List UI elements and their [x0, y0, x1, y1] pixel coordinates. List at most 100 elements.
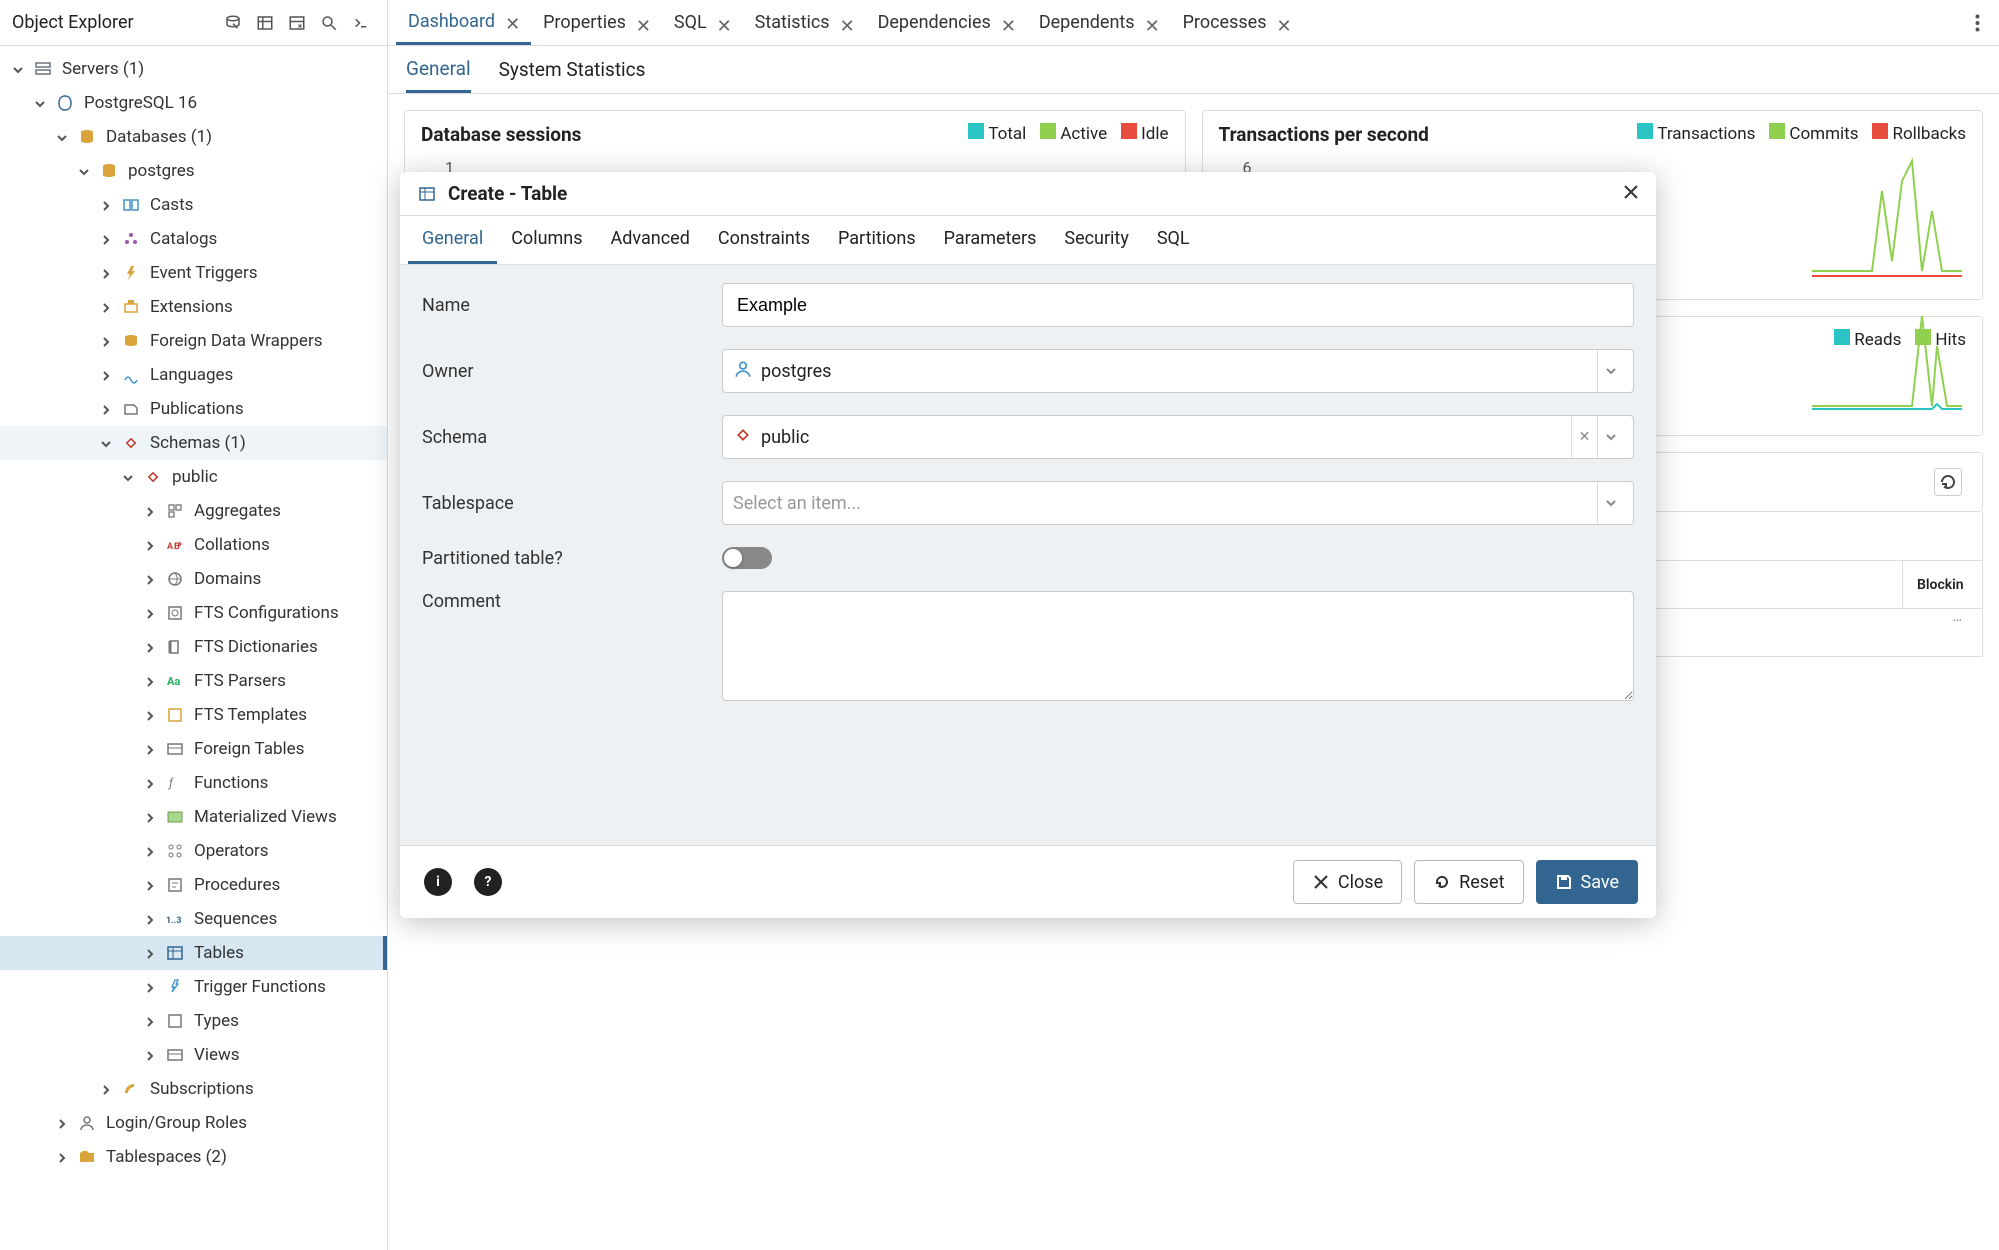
tree-item-domains[interactable]: Domains: [0, 562, 387, 596]
tree-item-procedures[interactable]: Procedures: [0, 868, 387, 902]
refresh-button[interactable]: [1934, 468, 1962, 496]
chevron-right-icon[interactable]: [144, 571, 160, 587]
dialog-tab-security[interactable]: Security: [1050, 216, 1142, 264]
tree-item-views[interactable]: Views: [0, 1038, 387, 1072]
tree-item-fts-configurations[interactable]: FTS Configurations: [0, 596, 387, 630]
subtab-general[interactable]: General: [406, 47, 471, 93]
chevron-right-icon[interactable]: [144, 809, 160, 825]
tree-item-aggregates[interactable]: Aggregates: [0, 494, 387, 528]
tree-item-tables[interactable]: Tables: [0, 936, 387, 970]
tree-item-casts[interactable]: Casts: [0, 188, 387, 222]
tab-dependents[interactable]: Dependents ✕: [1027, 0, 1171, 45]
tab-statistics[interactable]: Statistics ✕: [743, 0, 866, 45]
tab-dashboard[interactable]: Dashboard ✕: [396, 0, 531, 45]
chevron-right-icon[interactable]: [100, 401, 116, 417]
close-icon[interactable]: ✕: [840, 16, 854, 30]
save-button[interactable]: Save: [1536, 860, 1639, 904]
tree-item-types[interactable]: Types: [0, 1004, 387, 1038]
chevron-right-icon[interactable]: [144, 639, 160, 655]
tree-item-postgres-db[interactable]: postgres: [0, 154, 387, 188]
chevron-down-icon[interactable]: [34, 95, 50, 111]
chevron-right-icon[interactable]: [100, 367, 116, 383]
chevron-right-icon[interactable]: [144, 911, 160, 927]
chevron-right-icon[interactable]: [144, 503, 160, 519]
close-button[interactable]: Close: [1293, 860, 1402, 904]
tree-item-login-roles[interactable]: Login/Group Roles: [0, 1106, 387, 1140]
chevron-right-icon[interactable]: [144, 605, 160, 621]
tree-item-materialized-views[interactable]: Materialized Views: [0, 800, 387, 834]
close-icon[interactable]: ✕: [636, 16, 650, 30]
tree-item-sequences[interactable]: 1..3 Sequences: [0, 902, 387, 936]
comment-textarea[interactable]: [722, 591, 1634, 701]
chevron-down-icon[interactable]: [100, 435, 116, 451]
dialog-tab-partitions[interactable]: Partitions: [824, 216, 930, 264]
reset-button[interactable]: Reset: [1414, 860, 1523, 904]
chevron-down-icon[interactable]: [1597, 416, 1623, 458]
tree-item-schemas[interactable]: Schemas (1): [0, 426, 387, 460]
chevron-right-icon[interactable]: [144, 673, 160, 689]
tree-item-servers[interactable]: Servers (1): [0, 52, 387, 86]
tab-menu-icon[interactable]: [1963, 9, 1991, 37]
dialog-tab-constraints[interactable]: Constraints: [704, 216, 824, 264]
tab-processes[interactable]: Processes ✕: [1171, 0, 1303, 45]
tree-item-foreign-tables[interactable]: Foreign Tables: [0, 732, 387, 766]
tree-item-public[interactable]: public: [0, 460, 387, 494]
chevron-right-icon[interactable]: [144, 945, 160, 961]
chevron-right-icon[interactable]: [144, 741, 160, 757]
dialog-tab-general[interactable]: General: [408, 216, 497, 264]
dialog-tab-sql[interactable]: SQL: [1143, 216, 1204, 264]
owner-select[interactable]: postgres: [722, 349, 1634, 393]
chevron-right-icon[interactable]: [144, 877, 160, 893]
filter-rows-icon[interactable]: [283, 9, 311, 37]
close-icon[interactable]: ✕: [1145, 16, 1159, 30]
chevron-right-icon[interactable]: [144, 707, 160, 723]
chevron-right-icon[interactable]: [100, 333, 116, 349]
chevron-right-icon[interactable]: [56, 1149, 72, 1165]
close-icon[interactable]: ✕: [1001, 16, 1015, 30]
search-icon[interactable]: [315, 9, 343, 37]
tab-sql[interactable]: SQL ✕: [662, 0, 743, 45]
tree-item-operators[interactable]: Operators: [0, 834, 387, 868]
name-input[interactable]: [722, 283, 1634, 327]
tree-item-event-triggers[interactable]: Event Triggers: [0, 256, 387, 290]
dialog-tab-advanced[interactable]: Advanced: [597, 216, 704, 264]
tree-item-trigger-functions[interactable]: Trigger Functions: [0, 970, 387, 1004]
tree-item-fdw[interactable]: Foreign Data Wrappers: [0, 324, 387, 358]
tree-item-fts-dictionaries[interactable]: FTS Dictionaries: [0, 630, 387, 664]
chevron-right-icon[interactable]: [56, 1115, 72, 1131]
tree-item-extensions[interactable]: Extensions: [0, 290, 387, 324]
chevron-right-icon[interactable]: [144, 1047, 160, 1063]
help-button[interactable]: ?: [468, 862, 508, 902]
tree-item-postgresql[interactable]: PostgreSQL 16: [0, 86, 387, 120]
chevron-right-icon[interactable]: [144, 1013, 160, 1029]
tree-item-collations[interactable]: AB Collations: [0, 528, 387, 562]
tree-item-functions[interactable]: ƒ Functions: [0, 766, 387, 800]
close-icon[interactable]: ✕: [505, 14, 519, 28]
tree-item-publications[interactable]: Publications: [0, 392, 387, 426]
partitioned-toggle[interactable]: [722, 547, 772, 569]
chevron-down-icon[interactable]: [56, 129, 72, 145]
chevron-right-icon[interactable]: [100, 265, 116, 281]
dialog-tab-parameters[interactable]: Parameters: [930, 216, 1051, 264]
chevron-down-icon[interactable]: [78, 163, 94, 179]
tree-item-fts-templates[interactable]: FTS Templates: [0, 698, 387, 732]
tab-dependencies[interactable]: Dependencies ✕: [866, 0, 1027, 45]
chevron-right-icon[interactable]: [100, 197, 116, 213]
psql-terminal-icon[interactable]: [347, 9, 375, 37]
chevron-down-icon[interactable]: [122, 469, 138, 485]
view-data-icon[interactable]: [251, 9, 279, 37]
subtab-system-statistics[interactable]: System Statistics: [499, 48, 646, 91]
chevron-right-icon[interactable]: [144, 537, 160, 553]
close-icon[interactable]: ✕: [717, 16, 731, 30]
chevron-right-icon[interactable]: [100, 299, 116, 315]
chevron-down-icon[interactable]: [1597, 482, 1623, 524]
col-blocking[interactable]: Blockin: [1902, 561, 1982, 608]
chevron-right-icon[interactable]: [100, 231, 116, 247]
dialog-close-icon[interactable]: [1622, 183, 1640, 205]
info-button[interactable]: i: [418, 862, 458, 902]
tree-item-fts-parsers[interactable]: Aa FTS Parsers: [0, 664, 387, 698]
tablespace-select[interactable]: Select an item...: [722, 481, 1634, 525]
tree-item-tablespaces[interactable]: Tablespaces (2): [0, 1140, 387, 1174]
object-tree[interactable]: Servers (1) PostgreSQL 16 Databases (1) …: [0, 46, 387, 1250]
tree-item-languages[interactable]: Languages: [0, 358, 387, 392]
